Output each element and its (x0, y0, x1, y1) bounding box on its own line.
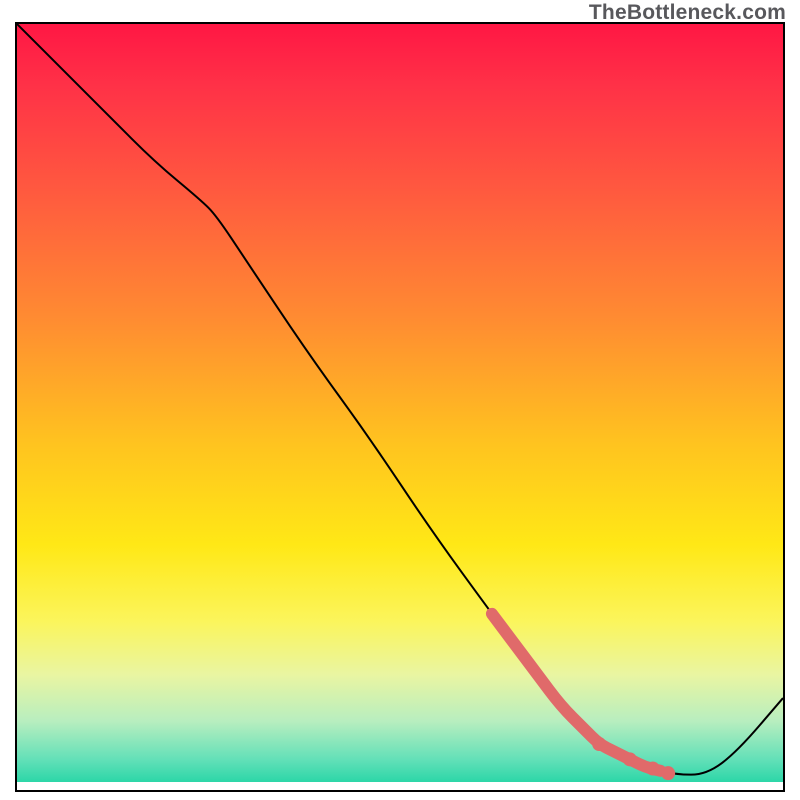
highlight-point (592, 737, 606, 751)
bottleneck-curve-line (17, 24, 783, 775)
highlight-points-group (592, 737, 675, 780)
highlight-point (661, 766, 675, 780)
chart-svg (17, 24, 783, 790)
bottom-edge-strip (17, 782, 783, 790)
highlight-point (646, 762, 660, 776)
highlight-point (623, 752, 637, 766)
highlight-segment-line (492, 614, 661, 771)
chart-plot-area (15, 22, 785, 792)
